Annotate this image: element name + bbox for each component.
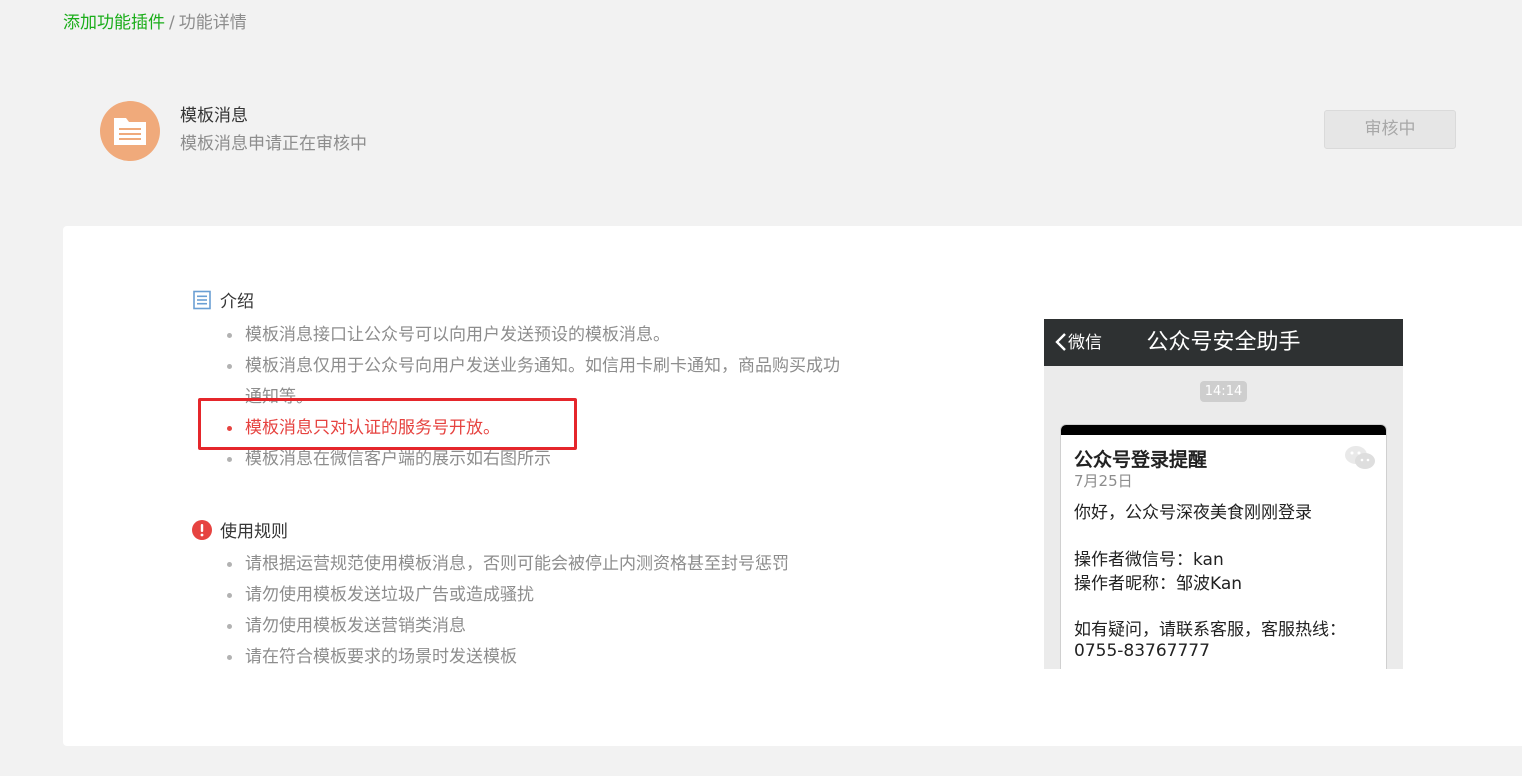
intro-heading-label: 介绍 [220, 292, 254, 312]
rules-heading: 使用规则 [192, 520, 288, 544]
message-operator-nickname: 操作者昵称：邹波Kan [1074, 574, 1243, 594]
list-item: 请勿使用模板发送垃圾广告或造成骚扰 [227, 580, 847, 611]
phone-preview: 微信 公众号安全助手 14:14 公众号登录提醒 7月25日 你好，公众号深夜美… [1044, 319, 1403, 669]
message-title: 公众号登录提醒 [1074, 449, 1208, 471]
wechat-logo-icon [1344, 445, 1376, 471]
message-card-header-strip [1061, 425, 1386, 435]
highlight-annotation-box [198, 398, 577, 450]
review-status-button[interactable]: 审核中 [1324, 110, 1456, 149]
template-message-card: 公众号登录提醒 7月25日 你好，公众号深夜美食刚刚登录 操作者微信号：kan … [1060, 424, 1387, 669]
breadcrumb-link-add-plugin[interactable]: 添加功能插件 [63, 13, 165, 33]
plugin-status: 模板消息申请正在审核中 [180, 134, 367, 154]
phone-time-badge: 14:14 [1200, 381, 1247, 402]
breadcrumb: 添加功能插件 / 功能详情 [63, 11, 247, 35]
list-item: 模板消息接口让公众号可以向用户发送预设的模板消息。 [227, 320, 847, 351]
message-date: 7月25日 [1074, 472, 1133, 490]
message-contact: 如有疑问，请联系客服，客服热线： [1074, 620, 1346, 640]
plugin-icon [100, 101, 160, 161]
list-item: 请根据运营规范使用模板消息，否则可能会被停止内测资格甚至封号惩罚 [227, 549, 847, 580]
breadcrumb-separator: / [169, 13, 175, 33]
intro-heading: 介绍 [192, 290, 254, 314]
rules-list: 请根据运营规范使用模板消息，否则可能会被停止内测资格甚至封号惩罚 请勿使用模板发… [227, 549, 847, 673]
list-item: 请勿使用模板发送营销类消息 [227, 611, 847, 642]
list-item: 请在符合模板要求的场景时发送模板 [227, 642, 847, 673]
rules-heading-label: 使用规则 [220, 522, 288, 542]
phone-title: 公众号安全助手 [1146, 330, 1301, 355]
list-icon [192, 290, 212, 310]
message-operator-id: 操作者微信号：kan [1074, 550, 1224, 570]
breadcrumb-current: 功能详情 [178, 13, 247, 33]
document-icon [114, 118, 146, 145]
message-hotline: 0755-83767777 [1074, 641, 1210, 661]
message-greeting: 你好，公众号深夜美食刚刚登录 [1074, 503, 1312, 523]
warning-icon [192, 520, 212, 540]
plugin-name: 模板消息 [180, 106, 248, 126]
